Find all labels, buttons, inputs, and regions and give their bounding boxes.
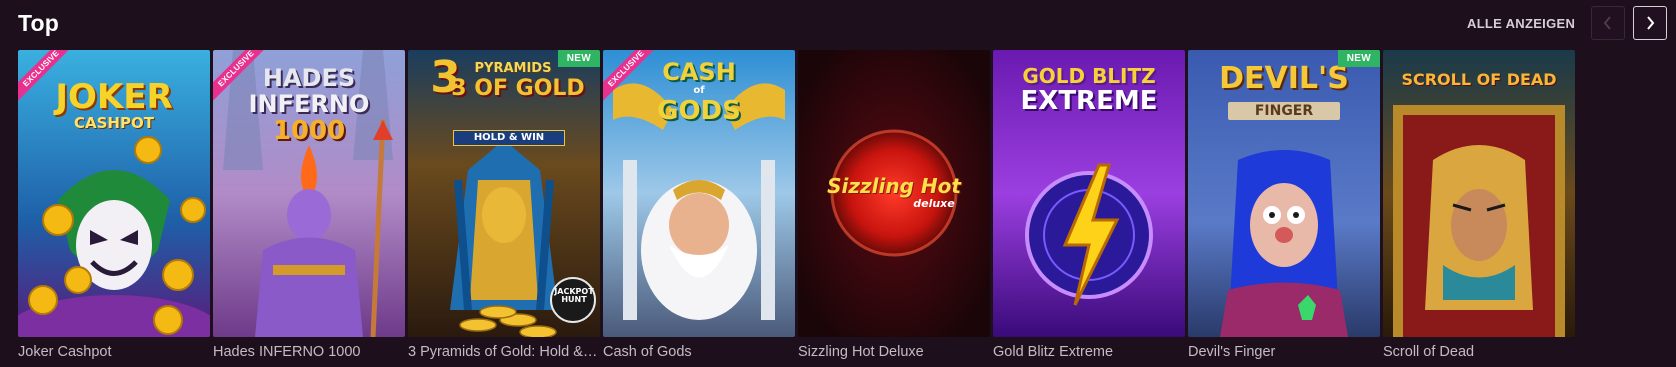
game-thumbnail[interactable]: GOLD BLITZ EXTREME [993,50,1185,337]
game-logo-line: Sizzling Hot [827,174,961,198]
game-logo-line: EXTREME [1020,86,1158,116]
game-title[interactable]: Devil's Finger [1188,343,1380,361]
game-logo-line: deluxe [913,197,955,210]
game-logo-line: INFERNO [248,90,370,118]
game-title[interactable]: Joker Cashpot [18,343,210,361]
game-logo-line: HOLD & WIN [453,130,565,146]
chevron-left-icon [1603,16,1611,30]
game-title[interactable]: Scroll of Dead [1383,343,1575,361]
game-logo-line: GODS [657,96,741,126]
game-thumbnail[interactable]: SCROLL OF DEAD [1383,50,1575,337]
game-logo-line: FINGER [1228,102,1340,120]
game-title[interactable]: Hades INFERNO 1000 [213,343,405,361]
game-logo-line: GOLD BLITZ [1022,64,1156,88]
game-tile-hades-inferno-1000[interactable]: HADES INFERNO 1000 EXCLUSIVE Hades INFER… [213,50,405,361]
game-tile-gold-blitz-extreme[interactable]: GOLD BLITZ EXTREME Gold Blitz Extreme [993,50,1185,361]
game-artwork [1383,50,1575,337]
game-tile-sizzling-hot-deluxe[interactable]: Sizzling Hot deluxe Sizzling Hot Deluxe [798,50,990,361]
game-logo-line: JOKER [55,77,173,117]
section-title: Top [18,10,60,36]
new-badge: NEW [557,50,600,67]
game-tile-devils-finger[interactable]: DEVIL'S FINGER NEW Devil's Finger [1188,50,1380,361]
show-all-link[interactable]: ALLE ANZEIGEN [1467,16,1575,31]
game-tile-joker-cashpot[interactable]: JOKER CASHPOT EXCLUSIVE Joker Cashpot [18,50,210,361]
carousel-prev-button[interactable] [1591,6,1625,40]
game-title[interactable]: Gold Blitz Extreme [993,343,1185,361]
game-logo-line: CASHPOT [74,114,154,132]
game-title[interactable]: Cash of Gods [603,343,795,361]
game-tile-3-pyramids-of-gold[interactable]: 3 PYRAMIDS 3 OF GOLD HOLD & WIN JACKPOT … [408,50,600,361]
game-thumbnail[interactable]: 3 PYRAMIDS 3 OF GOLD HOLD & WIN JACKPOT … [408,50,600,337]
game-thumbnail[interactable]: Sizzling Hot deluxe [798,50,990,337]
game-logo-line: 1000 [272,116,346,146]
carousel-next-button[interactable] [1633,6,1667,40]
game-thumbnail[interactable]: HADES INFERNO 1000 EXCLUSIVE [213,50,405,337]
game-thumbnail[interactable]: CASH of GODS EXCLUSIVE [603,50,795,337]
chevron-right-icon [1647,16,1655,30]
game-thumbnail[interactable]: DEVIL'S FINGER NEW [1188,50,1380,337]
jackpot-hunt-badge: JACKPOT HUNT [554,287,594,304]
game-title[interactable]: Sizzling Hot Deluxe [798,343,990,361]
game-logo-line: DEVIL'S [1219,61,1349,96]
game-logo-line: 3 OF GOLD [451,76,585,101]
game-logo-line: SCROLL OF DEAD [1401,70,1557,89]
game-logo-line: of [693,85,705,96]
game-thumbnail[interactable]: JOKER CASHPOT EXCLUSIVE [18,50,210,337]
game-title[interactable]: 3 Pyramids of Gold: Hold & Win [408,343,600,361]
new-badge: NEW [1337,50,1380,67]
game-tile-scroll-of-dead[interactable]: SCROLL OF DEAD Scroll of Dead [1383,50,1575,361]
game-tile-cash-of-gods[interactable]: CASH of GODS EXCLUSIVE Cash of Gods [603,50,795,361]
